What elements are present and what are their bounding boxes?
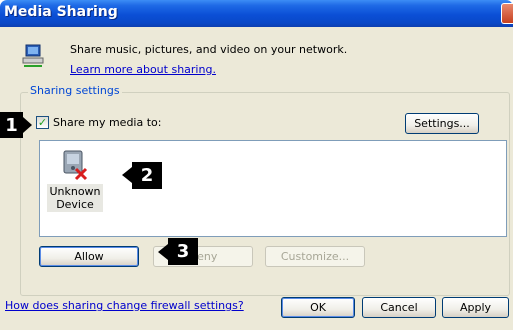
- callout-3-arrow: [158, 244, 168, 260]
- callout-3: 3: [168, 238, 198, 265]
- title-bar: Media Sharing: [0, 0, 513, 27]
- device-item-unknown[interactable]: Unknown Device: [43, 144, 105, 230]
- callout-2-arrow: [122, 167, 132, 183]
- device-list: Unknown Device: [39, 140, 507, 237]
- share-media-label: Share my media to:: [53, 116, 162, 129]
- firewall-settings-link[interactable]: How does sharing change firewall setting…: [5, 299, 244, 312]
- callout-1: 1: [0, 112, 23, 138]
- ok-button[interactable]: OK: [281, 297, 355, 318]
- cancel-button[interactable]: Cancel: [362, 297, 436, 318]
- allow-button[interactable]: Allow: [39, 246, 139, 267]
- settings-button[interactable]: Settings...: [405, 113, 479, 134]
- callout-1-arrow: [23, 117, 32, 133]
- intro-text: Share music, pictures, and video on your…: [70, 43, 348, 56]
- close-button[interactable]: [501, 3, 513, 24]
- device-label: Unknown Device: [47, 184, 103, 212]
- customize-button[interactable]: Customize...: [265, 246, 365, 267]
- sharing-settings-label: Sharing settings: [28, 84, 122, 97]
- callout-2: 2: [132, 162, 162, 189]
- checkmark-icon: ✓: [37, 116, 48, 129]
- apply-button[interactable]: Apply: [442, 297, 509, 318]
- window-title: Media Sharing: [4, 4, 118, 20]
- network-media-icon: [22, 44, 44, 67]
- share-media-checkbox[interactable]: ✓: [36, 116, 49, 129]
- learn-more-link[interactable]: Learn more about sharing.: [70, 63, 216, 76]
- media-device-icon: [63, 150, 88, 181]
